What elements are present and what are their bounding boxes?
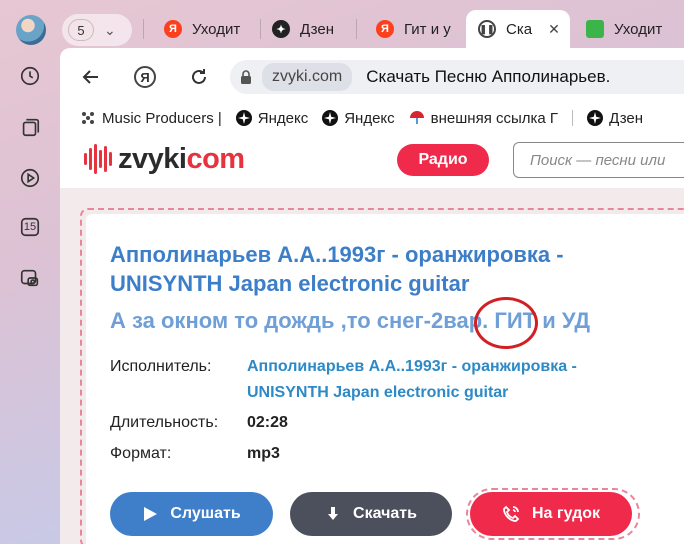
bookmark-label: Music Producers | — [102, 109, 222, 127]
chevron-down-icon: ⌄ — [104, 21, 116, 38]
phone-icon — [503, 505, 520, 522]
site-header: zvykicom Радио Поиск — песни или — [60, 132, 684, 188]
duration-value: 02:28 — [247, 414, 288, 431]
history-icon[interactable] — [18, 64, 42, 88]
umbrella-icon — [409, 111, 424, 124]
bookmark-item[interactable]: Music Producers | — [80, 110, 222, 127]
tab-label: Дзен — [300, 20, 334, 38]
radio-button[interactable]: Радио — [397, 144, 489, 176]
screenshot-icon[interactable] — [18, 266, 42, 290]
download-button[interactable]: Скачать — [290, 492, 452, 536]
tab-4[interactable]: Уходит — [586, 10, 684, 48]
green-square-icon — [586, 20, 604, 38]
ringtone-button[interactable]: На гудок — [470, 492, 632, 536]
back-arrow-icon[interactable] — [78, 64, 104, 90]
tab-label: Гит и у — [404, 20, 451, 38]
song-subtitle: А за окном то дождь ,то снег-2вар. ГИТ и… — [110, 308, 591, 333]
tab-2[interactable]: Я Гит и у — [376, 10, 458, 48]
download-label: Скачать — [353, 505, 417, 522]
song-title: Апполинарьев А.А..1993г - оранжировка - … — [110, 242, 564, 296]
zen-icon — [322, 110, 339, 126]
red-circle-annotation — [474, 297, 538, 349]
yandex-icon: Я — [164, 20, 182, 38]
bookmarks-bar: Music Producers | Яндекс Яндекс внешняя … — [60, 104, 684, 132]
zen-icon — [587, 110, 604, 126]
listen-button[interactable]: Слушать — [110, 492, 273, 536]
bookmark-item[interactable]: Яндекс — [235, 109, 309, 127]
bookmark-item[interactable]: Дзен — [587, 110, 643, 127]
artist-link[interactable]: Апполинарьев А.А..1993г - оранжировка - … — [247, 354, 647, 406]
play-icon — [144, 507, 158, 521]
bookmark-item[interactable]: внешняя ссылка Г — [409, 110, 558, 127]
address-bar[interactable]: zvyki.com Скачать Песню Апполинарьев. — [230, 60, 684, 94]
calendar-badge: 15 — [23, 221, 37, 233]
artist-label: Исполнитель: — [110, 358, 212, 375]
tab-0[interactable]: Я Уходит — [164, 10, 256, 48]
tab-1[interactable]: ✦ Дзен — [272, 10, 352, 48]
format-value: mp3 — [247, 445, 280, 462]
zen-icon — [235, 110, 252, 126]
tab-count: 5 — [68, 19, 94, 41]
ringtone-label: На гудок — [532, 505, 600, 522]
duration-label: Длительность: — [110, 414, 219, 431]
dots-icon — [82, 112, 94, 124]
search-input[interactable]: Поиск — песни или — [513, 142, 684, 178]
format-label: Формат: — [110, 445, 172, 462]
pause-icon: ❚❚ — [478, 20, 496, 38]
bookmark-label: Яндекс — [257, 109, 309, 127]
lock-icon — [241, 70, 251, 84]
bookmark-item[interactable]: Яндекс — [322, 109, 395, 127]
tab-label: Уходит — [192, 20, 241, 38]
collections-icon[interactable] — [18, 115, 42, 139]
play-circle-icon[interactable] — [18, 166, 42, 190]
bookmark-label: Дзен — [609, 109, 644, 127]
profile-avatar[interactable] — [16, 15, 46, 45]
sound-bars-icon — [84, 144, 112, 174]
zen-icon: ✦ — [272, 20, 290, 38]
navigation-bar: Я zvyki.com Скачать Песню Апполинарьев. — [60, 48, 684, 104]
listen-label: Слушать — [170, 505, 241, 522]
close-tab-icon[interactable]: ✕ — [548, 21, 560, 38]
bookmark-label: внешняя ссылка Г — [430, 109, 559, 127]
tab-3-active[interactable]: ❚❚ Ска ✕ — [466, 10, 570, 48]
address-domain: zvyki.com — [262, 63, 353, 91]
download-icon — [328, 507, 339, 520]
yandex-home-icon[interactable]: Я — [132, 64, 158, 90]
tab-label: Ска — [506, 20, 533, 38]
address-page-title: Скачать Песню Апполинарьев. — [366, 67, 611, 86]
tab-label: Уходит — [614, 20, 663, 38]
logo-accent-text: com — [186, 142, 245, 175]
site-logo[interactable]: zvykicom — [84, 142, 245, 176]
calendar-icon[interactable]: 15 — [18, 215, 42, 239]
yandex-icon: Я — [376, 20, 394, 38]
reload-icon[interactable] — [186, 64, 212, 90]
tab-switcher[interactable]: 5 ⌄ — [62, 14, 132, 46]
bookmark-label: Яндекс — [344, 109, 395, 127]
logo-text: zvyki — [118, 142, 187, 175]
